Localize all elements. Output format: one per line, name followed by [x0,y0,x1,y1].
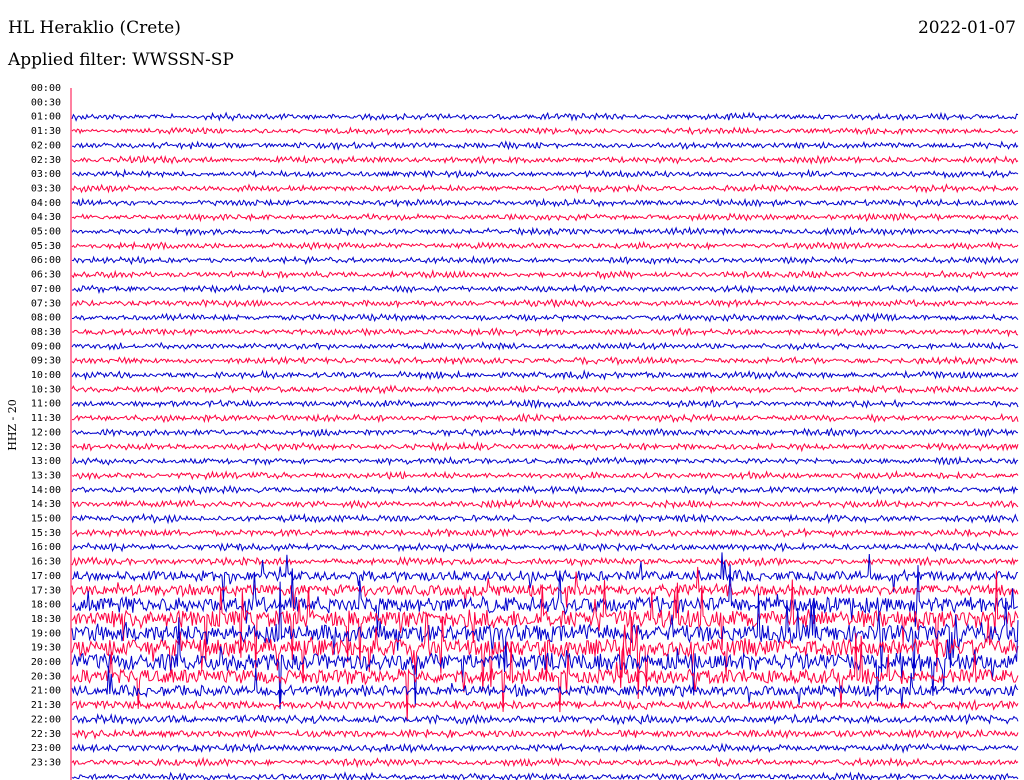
trace-line [71,283,1019,295]
trace-line [71,469,1019,481]
time-tick-label: 04:00 [31,198,61,209]
time-tick-label: 18:30 [31,614,61,625]
trace-line [72,140,1019,151]
trace-line [71,369,1019,381]
time-tick-label: 21:00 [31,686,61,697]
time-tick-label: 11:30 [31,413,61,424]
time-tick-label: 15:00 [31,514,61,525]
time-tick-label: 06:30 [31,270,61,281]
time-tick-label: 22:30 [31,729,61,740]
time-tick-label: 12:30 [31,442,61,453]
time-tick-label: 08:30 [31,327,61,338]
trace-line [71,327,1019,338]
time-tick-label: 09:30 [31,356,61,367]
trace-line [71,566,1019,611]
time-tick-label: 05:00 [31,227,61,238]
trace-line [71,168,1019,180]
trace-line [71,154,1019,166]
trace-line [71,269,1019,281]
trace-line [72,312,1019,323]
time-tick-label: 14:30 [31,499,61,510]
time-tick-label: 10:30 [31,384,61,395]
trace-line [71,398,1019,410]
time-tick-label: 00:30 [31,97,61,108]
trace-line [71,484,1019,496]
time-tick-label: 13:00 [31,456,61,467]
channel-label: HHZ - 20 [6,399,19,451]
time-tick-label: 07:00 [31,284,61,295]
trace-line [71,552,1019,602]
time-tick-label: 20:30 [31,671,61,682]
time-tick-label: 11:00 [31,399,61,410]
trace-line [71,541,1019,553]
trace-line [71,527,1019,539]
seismogram-plot: 00:00 00:30 01:00 01:30 02:00 02:30 03:00 03:30… [6,83,1019,780]
time-tick-label: 23:30 [31,757,61,768]
time-tick-label: 22:00 [31,714,61,725]
time-tick-label: 13:30 [31,470,61,481]
trace-line [71,384,1019,395]
time-tick-label: 12:00 [31,427,61,438]
time-tick-label: 14:00 [31,485,61,496]
time-tick-label: 01:00 [31,112,61,123]
time-tick-label: 02:30 [31,155,61,166]
trace-line [71,771,1019,780]
time-tick-label: 16:30 [31,557,61,568]
time-tick-label: 20:00 [31,657,61,668]
time-tick-label: 15:30 [31,528,61,539]
time-tick-label: 07:30 [31,298,61,309]
trace-line [71,712,1019,726]
time-tick-label: 04:30 [31,212,61,223]
trace-line [71,512,1019,525]
time-tick-label: 17:00 [31,571,61,582]
time-tick-label: 19:30 [31,643,61,654]
trace-line [71,498,1019,510]
trace-line [71,570,1019,673]
time-tick-label: 01:30 [31,126,61,137]
trace-line [71,427,1019,438]
trace-line [71,126,1019,136]
time-tick-label: 19:00 [31,628,61,639]
time-tick-labels: 00:00 00:30 01:00 01:30 02:00 02:30 03:00 03:30… [31,83,61,768]
trace-line [71,212,1019,223]
trace-line [71,340,1019,352]
trace-line [71,197,1019,208]
time-tick-label: 03:30 [31,183,61,194]
trace-line [71,183,1019,194]
time-tick-label: 06:00 [31,255,61,266]
trace-line [71,255,1019,266]
time-tick-label: 16:00 [31,542,61,553]
trace-line [71,111,1019,122]
trace-line [71,756,1019,769]
time-tick-label: 08:00 [31,313,61,324]
trace-line [71,555,1019,568]
time-tick-label: 05:30 [31,241,61,252]
time-tick-label: 09:00 [31,341,61,352]
time-tick-label: 23:00 [31,743,61,754]
time-tick-label: 17:30 [31,585,61,596]
trace-line [71,727,1019,740]
trace-line [71,298,1019,309]
seismic-traces [71,111,1019,780]
time-tick-label: 00:00 [31,83,61,94]
time-tick-label: 03:00 [31,169,61,180]
trace-line [71,441,1019,453]
trace-line [71,225,1019,237]
time-tick-label: 10:00 [31,370,61,381]
time-tick-label: 02:00 [31,140,61,151]
time-tick-label: 18:00 [31,600,61,611]
time-tick-label: 21:30 [31,700,61,711]
trace-line [71,240,1019,251]
trace-line [71,698,1019,712]
trace-line [71,355,1019,367]
trace-line [71,412,1019,424]
trace-line [71,742,1019,754]
trace-line [71,455,1019,467]
